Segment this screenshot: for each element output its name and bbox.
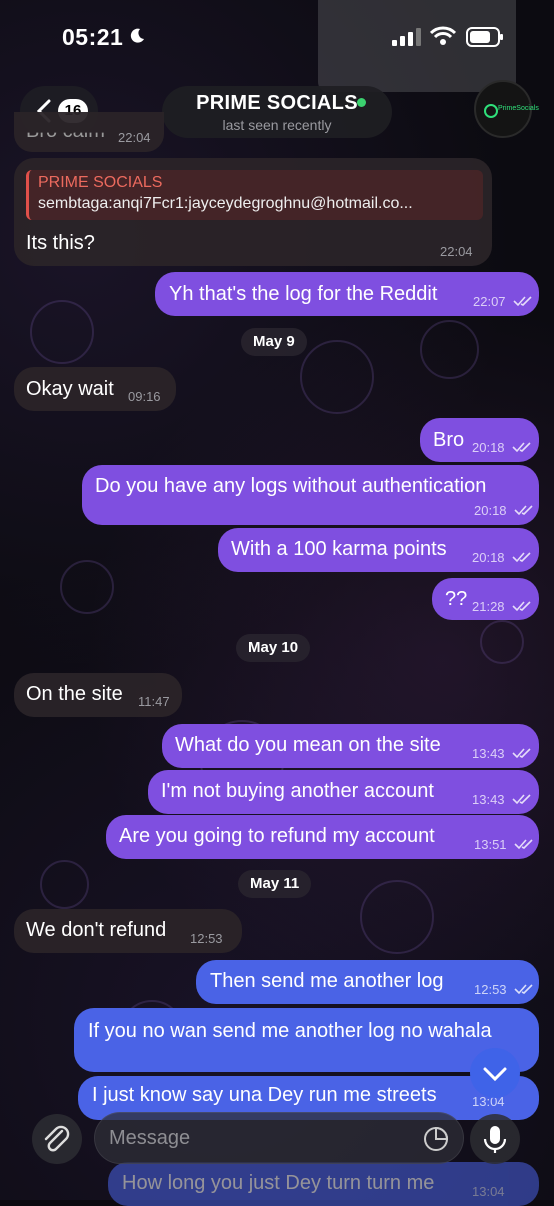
double-check-icon: [512, 442, 531, 453]
message-time: 11:47: [138, 694, 170, 709]
reply-preview[interactable]: PRIME SOCIALS sembtaga:anqi7Fcr1:jayceyd…: [26, 170, 483, 220]
message-time: 22:04: [440, 244, 473, 259]
scroll-down-button[interactable]: [470, 1048, 520, 1098]
message-text: If you no wan send me another log no wah…: [88, 1020, 492, 1042]
microphone-button[interactable]: [470, 1114, 520, 1164]
avatar[interactable]: PrimeSocials: [474, 80, 539, 138]
message-time: 22:04: [118, 130, 151, 145]
message-text: Then send me another log: [210, 970, 444, 992]
microphone-icon: [483, 1126, 507, 1153]
message-text: What do you mean on the site: [175, 734, 441, 756]
message-outgoing[interactable]: Do you have any logs without authenticat…: [82, 465, 539, 525]
message-text: ??: [445, 588, 468, 610]
message-placeholder: Message: [109, 1127, 191, 1149]
message-time: 13:51: [474, 837, 507, 852]
message-text: Okay wait: [26, 378, 114, 400]
message-text: Bro calm: [26, 120, 105, 142]
double-check-icon: [512, 794, 531, 805]
avatar-text: PrimeSocials: [498, 105, 539, 112]
message-text: Bro: [433, 429, 465, 451]
paperclip-icon: [44, 1125, 70, 1152]
attach-button[interactable]: [32, 1114, 82, 1164]
message-outgoing[interactable]: Yh that's the log for the Reddit 22:07: [155, 272, 539, 316]
message-incoming[interactable]: On the site 11:47: [14, 673, 182, 717]
message-time: 20:18: [472, 440, 505, 455]
message-input[interactable]: Message: [94, 1112, 464, 1164]
battery-icon: [466, 27, 503, 47]
message-time: 13:43: [472, 746, 505, 761]
message-outgoing[interactable]: Bro 20:18: [420, 418, 539, 462]
date-separator: May 10: [236, 634, 311, 662]
message-text: We don't refund: [26, 919, 167, 941]
message-time: 09:16: [128, 389, 161, 404]
moon-icon: [130, 28, 144, 43]
status-bar: 05:21: [0, 0, 554, 92]
message-text: With a 100 karma points: [231, 538, 447, 560]
message-text: Are you going to refund my account: [119, 825, 435, 847]
online-indicator: [357, 98, 366, 107]
message-outgoing[interactable]: What do you mean on the site 13:43: [162, 724, 539, 768]
message-outgoing[interactable]: With a 100 karma points 20:18: [218, 528, 539, 572]
chat-status: last seen recently: [222, 117, 332, 133]
message-time: 13:43: [472, 792, 505, 807]
double-check-icon: [512, 748, 531, 759]
double-check-icon: [512, 601, 531, 612]
message-time: 21:28: [472, 599, 505, 614]
message-incoming[interactable]: Okay wait 09:16: [14, 367, 176, 411]
logo-icon: [484, 104, 498, 118]
message-outgoing[interactable]: How long you just Dey turn turn me 13:04: [108, 1162, 539, 1206]
double-check-icon: [512, 552, 531, 563]
message-outgoing[interactable]: I'm not buying another account 13:43: [148, 770, 539, 814]
double-check-icon: [514, 984, 533, 995]
message-time: 13:04: [472, 1184, 505, 1199]
message-incoming[interactable]: We don't refund 12:53: [14, 909, 242, 953]
sticker-icon[interactable]: [423, 1126, 449, 1152]
signal-icon: [392, 28, 421, 46]
message-time: 12:53: [474, 982, 507, 997]
message-text: Do you have any logs without authenticat…: [95, 475, 487, 497]
message-time: 22:07: [473, 294, 506, 309]
reply-author: PRIME SOCIALS: [38, 174, 163, 191]
reply-text: sembtaga:anqi7Fcr1:jayceydegroghnu@hotma…: [38, 195, 413, 212]
double-check-icon: [514, 505, 533, 516]
message-incoming[interactable]: Bro calm 22:04: [14, 112, 164, 152]
message-text: How long you just Dey turn turn me: [122, 1172, 435, 1194]
message-text: Its this?: [26, 232, 95, 254]
date-separator: May 9: [241, 328, 307, 356]
double-check-icon: [514, 839, 533, 850]
message-time: 12:53: [190, 931, 223, 946]
message-time: 20:18: [474, 503, 507, 518]
wifi-icon: [430, 26, 456, 45]
message-text: Yh that's the log for the Reddit: [169, 283, 438, 305]
message-outgoing[interactable]: Are you going to refund my account 13:51: [106, 815, 539, 859]
message-incoming[interactable]: PRIME SOCIALS sembtaga:anqi7Fcr1:jayceyd…: [14, 158, 492, 266]
chevron-down-icon: [483, 1067, 507, 1082]
message-text: I'm not buying another account: [161, 780, 434, 802]
message-outgoing[interactable]: Then send me another log 12:53: [196, 960, 539, 1004]
status-time: 05:21: [62, 24, 124, 50]
date-separator: May 11: [238, 870, 312, 898]
message-text: I just know say una Dey run me streets: [92, 1084, 437, 1106]
message-outgoing[interactable]: ?? 21:28: [432, 578, 539, 620]
double-check-icon: [513, 296, 532, 307]
chat-title[interactable]: PRIME SOCIALS last seen recently: [162, 86, 392, 138]
message-time: 20:18: [472, 550, 505, 565]
message-text: On the site: [26, 683, 123, 705]
